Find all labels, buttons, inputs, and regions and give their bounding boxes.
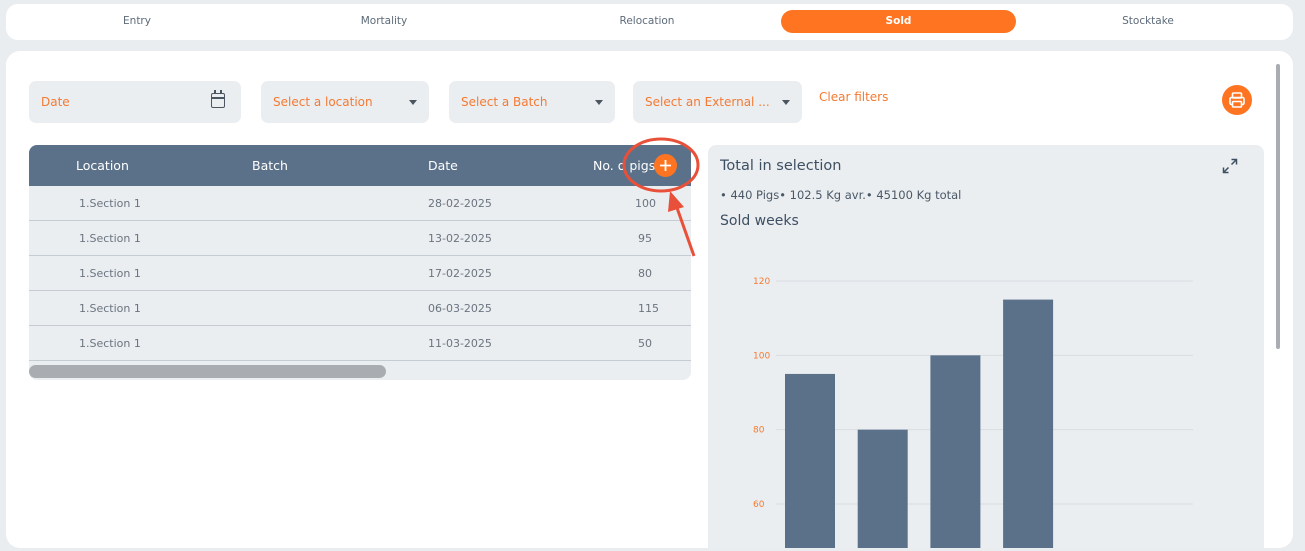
table-row[interactable]: 1.Section 1 28-02-2025 100 xyxy=(29,186,691,221)
scrollbar-thumb[interactable] xyxy=(29,365,386,378)
date-filter-label: Date xyxy=(41,95,70,109)
bar[interactable] xyxy=(857,429,908,548)
cell-location: 1.Section 1 xyxy=(79,197,141,210)
table-row[interactable]: 1.Section 1 11-03-2025 50 xyxy=(29,326,691,361)
cell-location: 1.Section 1 xyxy=(79,232,141,245)
cell-date: 28-02-2025 xyxy=(428,197,492,210)
column-pigs-tail: pigs xyxy=(629,158,656,173)
y-tick-label: 120 xyxy=(753,277,770,287)
batch-select-label: Select a Batch xyxy=(461,95,548,109)
tab-relocation[interactable]: Relocation xyxy=(548,10,746,33)
cell-pigs: 80 xyxy=(638,267,652,280)
tab-stocktake[interactable]: Stocktake xyxy=(1049,10,1247,33)
location-select[interactable]: Select a location xyxy=(261,81,429,123)
tab-entry[interactable]: Entry xyxy=(38,10,236,33)
y-tick-label: 60 xyxy=(753,500,765,510)
sold-table: Location Batch Date No. o pigs 1.Section… xyxy=(29,145,691,380)
cell-date: 17-02-2025 xyxy=(428,267,492,280)
chevron-down-icon xyxy=(782,100,790,105)
column-pigs-prefix: No. o xyxy=(593,158,626,173)
bar[interactable] xyxy=(785,373,835,548)
printer-icon xyxy=(1229,92,1245,108)
cell-pigs: 115 xyxy=(638,302,659,315)
clear-filters-link[interactable]: Clear filters xyxy=(819,90,888,104)
table-header: Location Batch Date No. o pigs xyxy=(29,145,691,186)
calendar-icon[interactable] xyxy=(211,90,225,108)
plus-icon xyxy=(660,160,671,171)
add-column-button[interactable] xyxy=(654,154,677,177)
external-select[interactable]: Select an External ... xyxy=(633,81,802,123)
sold-panel: Date Select a location Select a Batch Se… xyxy=(6,51,1293,548)
chevron-down-icon xyxy=(595,100,603,105)
cell-location: 1.Section 1 xyxy=(79,337,141,350)
cell-date: 11-03-2025 xyxy=(428,337,492,350)
summary-panel: Total in selection • 440 Pigs• 102.5 Kg … xyxy=(708,145,1264,548)
cell-pigs: 95 xyxy=(638,232,652,245)
cell-pigs: 50 xyxy=(638,337,652,350)
cell-location: 1.Section 1 xyxy=(79,302,141,315)
tab-mortality[interactable]: Mortality xyxy=(285,10,483,33)
column-date[interactable]: Date xyxy=(428,158,458,173)
column-pigs[interactable]: No. o pigs xyxy=(593,158,655,173)
cell-location: 1.Section 1 xyxy=(79,267,141,280)
y-tick-label: 80 xyxy=(753,426,765,436)
y-tick-label: 100 xyxy=(753,351,770,361)
column-location[interactable]: Location xyxy=(76,158,129,173)
cell-date: 06-03-2025 xyxy=(428,302,492,315)
bar[interactable] xyxy=(930,355,981,548)
bar[interactable] xyxy=(1003,299,1054,548)
sold-weeks-chart: 60 80 100 120 xyxy=(753,277,1193,548)
location-select-label: Select a location xyxy=(273,95,373,109)
table-row[interactable]: 1.Section 1 13-02-2025 95 xyxy=(29,221,691,256)
column-batch[interactable]: Batch xyxy=(252,158,288,173)
batch-select[interactable]: Select a Batch xyxy=(449,81,615,123)
cell-pigs: 100 xyxy=(635,197,656,210)
table-row[interactable]: 1.Section 1 17-02-2025 80 xyxy=(29,256,691,291)
external-select-label: Select an External ... xyxy=(645,95,770,109)
chevron-down-icon xyxy=(409,100,417,105)
table-row[interactable]: 1.Section 1 06-03-2025 115 xyxy=(29,291,691,326)
tab-bar: Entry Mortality Relocation Sold Stocktak… xyxy=(6,4,1293,40)
date-filter[interactable]: Date xyxy=(29,81,241,123)
horizontal-scrollbar[interactable] xyxy=(29,364,691,380)
tab-sold[interactable]: Sold xyxy=(781,10,1016,33)
vertical-scrollbar[interactable] xyxy=(1276,64,1280,349)
cell-date: 13-02-2025 xyxy=(428,232,492,245)
print-button[interactable] xyxy=(1222,85,1252,115)
